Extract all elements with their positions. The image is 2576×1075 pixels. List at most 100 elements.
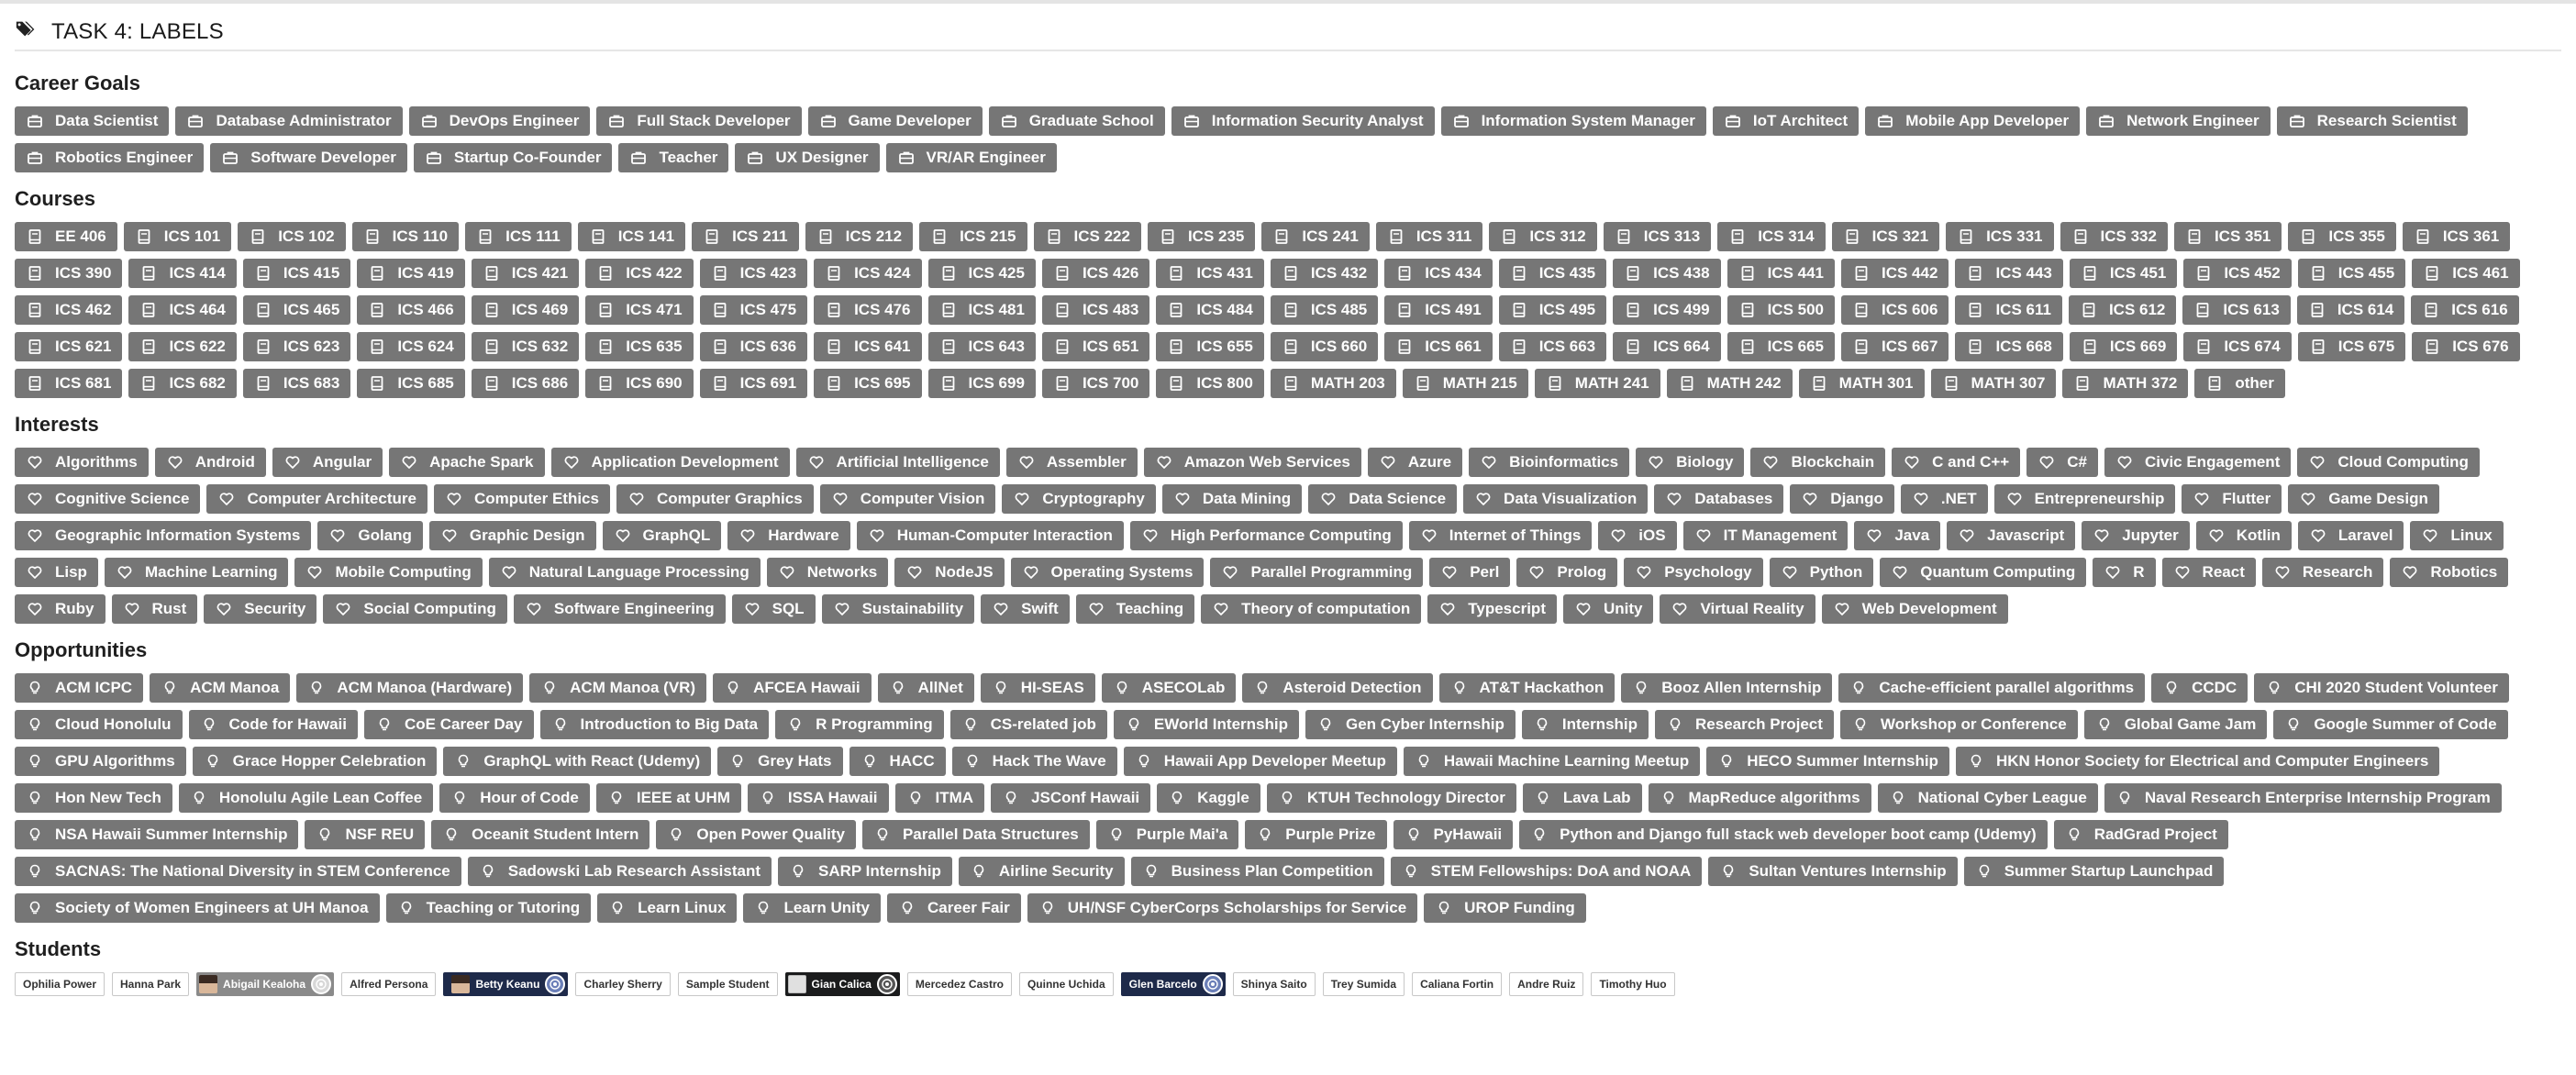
interests-label[interactable]: Application Development [550, 448, 790, 477]
student-label[interactable]: Andre Ruiz [1509, 972, 1584, 996]
opportunities-label[interactable]: ACM Manoa (VR) [529, 673, 707, 703]
courses-label[interactable]: ICS 351 [2173, 222, 2282, 251]
interests-label[interactable]: C# [2026, 448, 2098, 477]
opportunities-label[interactable]: STEM Fellowships: DoA and NOAA [1390, 857, 1703, 886]
courses-label[interactable]: ICS 211 [692, 222, 799, 251]
courses-label[interactable]: ICS 102 [238, 222, 346, 251]
interests-label[interactable]: SQL [731, 594, 816, 624]
student-label[interactable]: Abigail Kealoha [196, 972, 335, 996]
interests-label[interactable]: Internet of Things [1408, 521, 1593, 550]
courses-label[interactable]: ICS 432 [1270, 259, 1379, 288]
opportunities-label[interactable]: HECO Summer Internship [1706, 747, 1949, 776]
courses-label[interactable]: ICS 311 [1375, 222, 1483, 251]
opportunities-label[interactable]: Honolulu Agile Lean Coffee [178, 783, 434, 813]
career-goals-label[interactable]: Teacher [618, 143, 729, 172]
opportunities-label[interactable]: Global Game Jam [2083, 710, 2268, 739]
interests-label[interactable]: Lisp [15, 558, 98, 587]
courses-label[interactable]: ICS 668 [1955, 332, 2063, 361]
courses-label[interactable]: ICS 451 [2069, 259, 2178, 288]
courses-label[interactable]: ICS 415 [242, 259, 351, 288]
opportunities-label[interactable]: ACM Manoa [150, 673, 291, 703]
courses-label[interactable]: ICS 655 [1156, 332, 1264, 361]
interests-label[interactable]: Cloud Computing [2297, 448, 2480, 477]
interests-label[interactable]: Computer Vision [819, 484, 996, 514]
opportunities-label[interactable]: PyHawaii [1393, 820, 1514, 849]
opportunities-label[interactable]: NSF REU [305, 820, 426, 849]
career-goals-label[interactable]: Information System Manager [1440, 106, 1706, 136]
courses-label[interactable]: ICS 424 [814, 259, 922, 288]
courses-label[interactable]: ICS 431 [1156, 259, 1264, 288]
courses-label[interactable]: EE 406 [15, 222, 117, 251]
interests-label[interactable]: Psychology [1624, 558, 1763, 587]
student-label[interactable]: Betty Keanu [443, 972, 569, 996]
courses-label[interactable]: ICS 312 [1489, 222, 1597, 251]
courses-label[interactable]: ICS 686 [471, 369, 580, 398]
courses-label[interactable]: ICS 676 [2412, 332, 2520, 361]
career-goals-label[interactable]: IoT Architect [1712, 106, 1860, 136]
courses-label[interactable]: ICS 469 [471, 295, 580, 325]
courses-label[interactable]: ICS 665 [1727, 332, 1835, 361]
opportunities-label[interactable]: Cache-efficient parallel algorithms [1838, 673, 2146, 703]
interests-label[interactable]: Graphic Design [428, 521, 596, 550]
courses-label[interactable]: ICS 614 [2296, 295, 2405, 325]
courses-label[interactable]: ICS 241 [1261, 222, 1370, 251]
opportunities-label[interactable]: ASECOLab [1101, 673, 1237, 703]
student-label[interactable]: Sample Student [677, 972, 778, 996]
student-label[interactable]: Ophilia Power [15, 972, 105, 996]
opportunities-label[interactable]: Cloud Honolulu [15, 710, 183, 739]
interests-label[interactable]: Operating Systems [1010, 558, 1205, 587]
interests-label[interactable]: Kotlin [2195, 521, 2292, 550]
opportunities-label[interactable]: Society of Women Engineers at UH Manoa [15, 893, 380, 923]
opportunities-label[interactable]: SARP Internship [778, 857, 952, 886]
interests-label[interactable]: GraphQL [602, 521, 722, 550]
opportunities-label[interactable]: Asteroid Detection [1242, 673, 1433, 703]
opportunities-label[interactable]: AT&T Hackathon [1438, 673, 1616, 703]
interests-label[interactable]: Web Development [1821, 594, 2008, 624]
courses-label[interactable]: ICS 464 [128, 295, 237, 325]
interests-label[interactable]: Java [1854, 521, 1941, 550]
interests-label[interactable]: Theory of computation [1201, 594, 1422, 624]
courses-label[interactable]: ICS 481 [927, 295, 1036, 325]
courses-label[interactable]: ICS 500 [1727, 295, 1835, 325]
interests-label[interactable]: Networks [766, 558, 889, 587]
interests-label[interactable]: Ruby [15, 594, 105, 624]
interests-label[interactable]: Civic Engagement [2104, 448, 2292, 477]
career-goals-label[interactable]: VR/AR Engineer [885, 143, 1057, 172]
interests-label[interactable]: iOS [1598, 521, 1677, 550]
courses-label[interactable]: ICS 355 [2288, 222, 2396, 251]
interests-label[interactable]: NodeJS [894, 558, 1005, 587]
interests-label[interactable]: Bioinformatics [1469, 448, 1630, 477]
opportunities-label[interactable]: MapReduce algorithms [1648, 783, 1871, 813]
courses-label[interactable]: ICS 438 [1613, 259, 1721, 288]
interests-label[interactable]: Parallel Programming [1210, 558, 1424, 587]
courses-label[interactable]: ICS 414 [128, 259, 237, 288]
career-goals-label[interactable]: Robotics Engineer [15, 143, 205, 172]
opportunities-label[interactable]: Purple Mai'a [1095, 820, 1239, 849]
interests-label[interactable]: Social Computing [323, 594, 507, 624]
interests-label[interactable]: Biology [1636, 448, 1745, 477]
opportunities-label[interactable]: GraphQL with React (Udemy) [443, 747, 712, 776]
student-label[interactable]: Trey Sumida [1322, 972, 1405, 996]
interests-label[interactable]: Hardware [727, 521, 850, 550]
opportunities-label[interactable]: Naval Research Enterprise Internship Pro… [2104, 783, 2502, 813]
courses-label[interactable]: ICS 434 [1384, 259, 1493, 288]
interests-label[interactable]: Geographic Information Systems [15, 521, 312, 550]
opportunities-label[interactable]: AFCEA Hawaii [713, 673, 872, 703]
courses-label[interactable]: ICS 499 [1613, 295, 1721, 325]
opportunities-label[interactable]: Learn Linux [597, 893, 738, 923]
interests-label[interactable]: Perl [1429, 558, 1511, 587]
courses-label[interactable]: ICS 141 [577, 222, 686, 251]
opportunities-label[interactable]: Workshop or Conference [1839, 710, 2078, 739]
courses-label[interactable]: ICS 683 [242, 369, 351, 398]
courses-label[interactable]: ICS 331 [1946, 222, 2054, 251]
opportunities-label[interactable]: HKN Honor Society for Electrical and Com… [1955, 747, 2440, 776]
opportunities-label[interactable]: Open Power Quality [656, 820, 856, 849]
courses-label[interactable]: ICS 390 [15, 259, 123, 288]
career-goals-label[interactable]: Software Developer [210, 143, 407, 172]
interests-label[interactable]: React [2161, 558, 2256, 587]
courses-label[interactable]: ICS 621 [15, 332, 123, 361]
opportunities-label[interactable]: ISSA Hawaii [747, 783, 889, 813]
courses-label[interactable]: ICS 636 [699, 332, 808, 361]
career-goals-label[interactable]: Database Administrator [175, 106, 403, 136]
interests-label[interactable]: Mobile Computing [294, 558, 483, 587]
